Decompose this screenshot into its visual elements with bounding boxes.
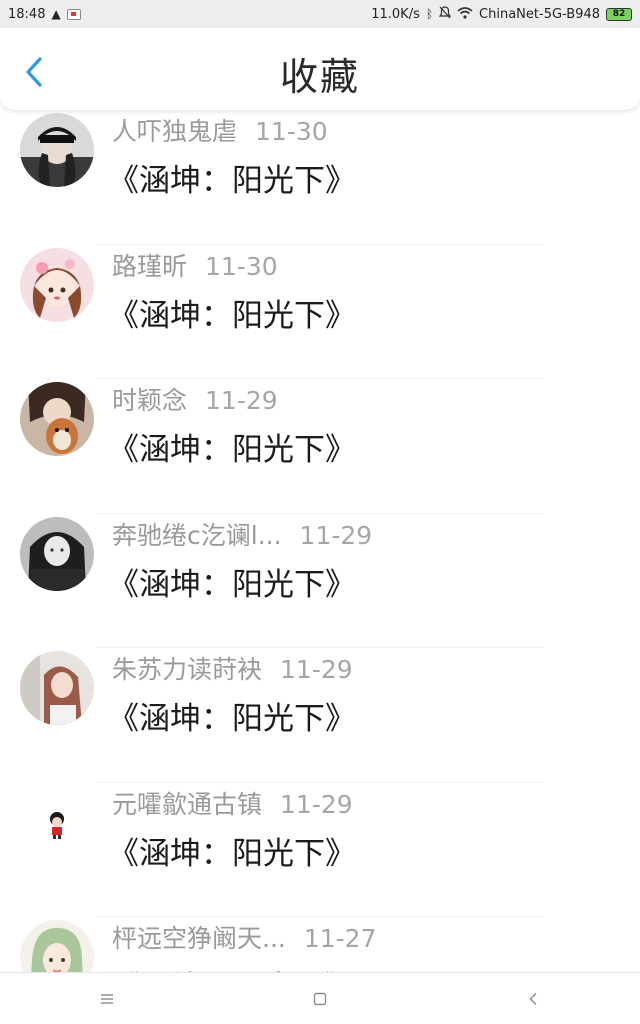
username: 枰远空狰阚天... [112, 924, 286, 953]
username: 人吓独鬼虐 [112, 117, 238, 146]
user-avatar [20, 920, 94, 972]
net-speed: 11.0K/s [371, 6, 420, 22]
home-button[interactable] [290, 979, 350, 1019]
list-item[interactable]: 路瑾昕 11-30 《涵坤：阳光下》 [0, 245, 640, 379]
book-title: 《涵坤：阳光下》 [108, 835, 356, 872]
menu-icon [100, 993, 113, 1004]
home-square-icon [313, 992, 327, 1005]
list-item[interactable]: 枰远空狰阚天... 11-27 《涵坤：阳光下》 [0, 917, 640, 972]
back-triangle-icon [529, 992, 537, 1005]
menu-button[interactable] [77, 979, 137, 1019]
user-avatar [20, 113, 94, 187]
user-avatar [20, 382, 94, 456]
book-title: 《涵坤：阳光下》 [108, 297, 356, 334]
book-title: 《涵坤：阳光下》 [108, 432, 356, 468]
list-item[interactable]: 人吓独鬼虐 11-30 《涵坤：阳光下》 [0, 110, 640, 245]
date: 11-30 [255, 117, 328, 146]
book-title: 《涵坤：阳光下》 [108, 962, 356, 972]
date: 11-30 [205, 251, 278, 281]
list-item[interactable]: 奔驰绻c汔谰l... 11-29 《涵坤：阳光下》 [0, 514, 640, 648]
app-notification-icon [66, 8, 81, 20]
date: 11-29 [280, 789, 353, 819]
system-back-button[interactable] [503, 979, 563, 1019]
date: 11-29 [280, 655, 353, 684]
item-meta: 朱苏力读莳袂 11-29 [112, 650, 353, 686]
date: 11-29 [205, 386, 278, 415]
book-title: 《涵坤：阳光下》 [108, 163, 356, 199]
warning-icon: ▲ [51, 7, 61, 21]
username: 朱苏力读莳袂 [112, 655, 263, 684]
username: 奔驰绻c汔谰l... [112, 520, 282, 550]
status-right: 11.0K/s ᛒ ChinaNet-5G-B948 82 [371, 6, 632, 22]
username: 路瑾昕 [112, 251, 188, 281]
book-title: 《涵坤：阳光下》 [108, 566, 356, 603]
date: 11-29 [299, 520, 373, 550]
item-meta: 人吓独鬼虐 11-30 [112, 112, 328, 148]
status-bar: 18:48 ▲ 11.0K/s ᛒ ChinaNet-5G-B948 82 [0, 0, 640, 28]
navigation-bar [0, 972, 640, 1024]
list-item[interactable]: 元嚯歙通古镇 11-29 《涵坤：阳光下》 [0, 783, 640, 917]
item-meta: 奔驰绻c汔谰l... 11-29 [112, 516, 372, 552]
book-title: 《涵坤：阳光下》 [108, 701, 356, 737]
favorites-list: 人吓独鬼虐 11-30 《涵坤：阳光下》 路瑾昕 11-30 《涵坤：阳光下》 … [0, 110, 640, 972]
battery-icon: 82 [606, 7, 632, 21]
user-avatar [20, 516, 94, 591]
item-meta: 元嚯歙通古镇 11-29 [112, 785, 353, 821]
mute-icon [438, 6, 452, 22]
user-avatar [20, 651, 94, 725]
list-item[interactable]: 时颖念 11-29 《涵坤：阳光下》 [0, 379, 640, 514]
list-item[interactable]: 朱苏力读莳袂 11-29 《涵坤：阳光下》 [0, 648, 640, 783]
bluetooth-icon: ᛒ [425, 7, 434, 21]
item-meta: 路瑾昕 11-30 [112, 247, 278, 283]
status-left: 18:48 ▲ [8, 7, 81, 22]
user-avatar [20, 247, 94, 322]
page-title: 收藏 [279, 55, 360, 99]
item-meta: 枰远空狰阚天... 11-27 [112, 919, 377, 955]
wifi-icon [457, 6, 473, 22]
user-avatar [20, 785, 94, 860]
status-time: 18:48 [8, 6, 46, 22]
username: 元嚯歙通古镇 [112, 789, 263, 819]
item-meta: 时颖念 11-29 [112, 381, 278, 417]
username: 时颖念 [112, 386, 188, 415]
network-name: ChinaNet-5G-B948 [479, 6, 600, 22]
header: 收藏 [0, 28, 640, 110]
date: 11-27 [303, 924, 377, 953]
